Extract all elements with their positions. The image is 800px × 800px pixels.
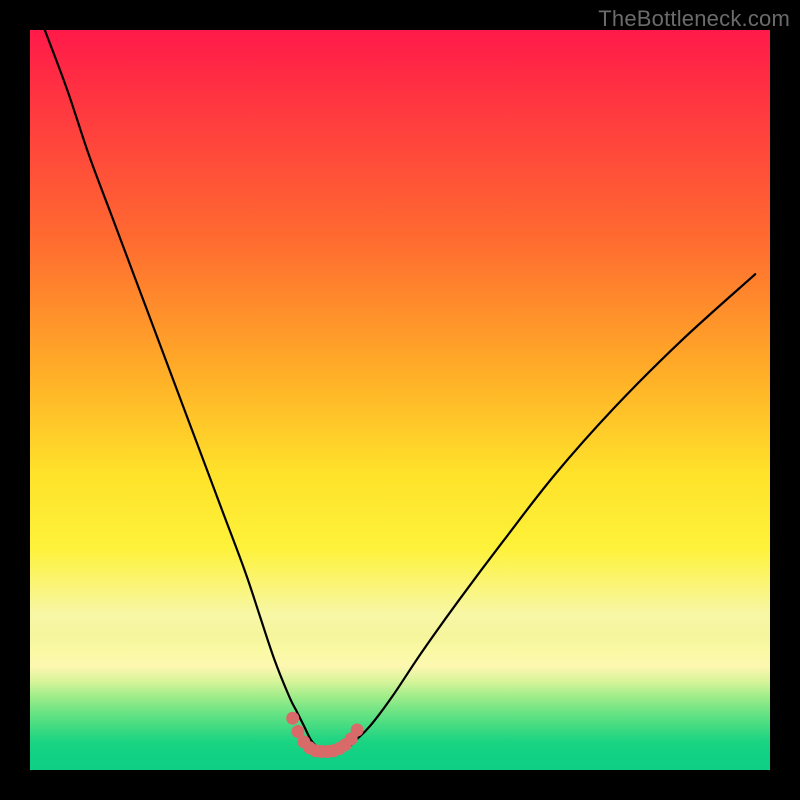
watermark-text: TheBottleneck.com xyxy=(598,6,790,32)
trough-markers xyxy=(286,712,363,758)
chart-frame: TheBottleneck.com xyxy=(0,0,800,800)
bottleneck-curve xyxy=(45,30,755,752)
trough-marker xyxy=(286,712,299,725)
bottleneck-curve-svg xyxy=(30,30,770,770)
trough-marker xyxy=(351,724,364,737)
plot-area xyxy=(30,30,770,770)
